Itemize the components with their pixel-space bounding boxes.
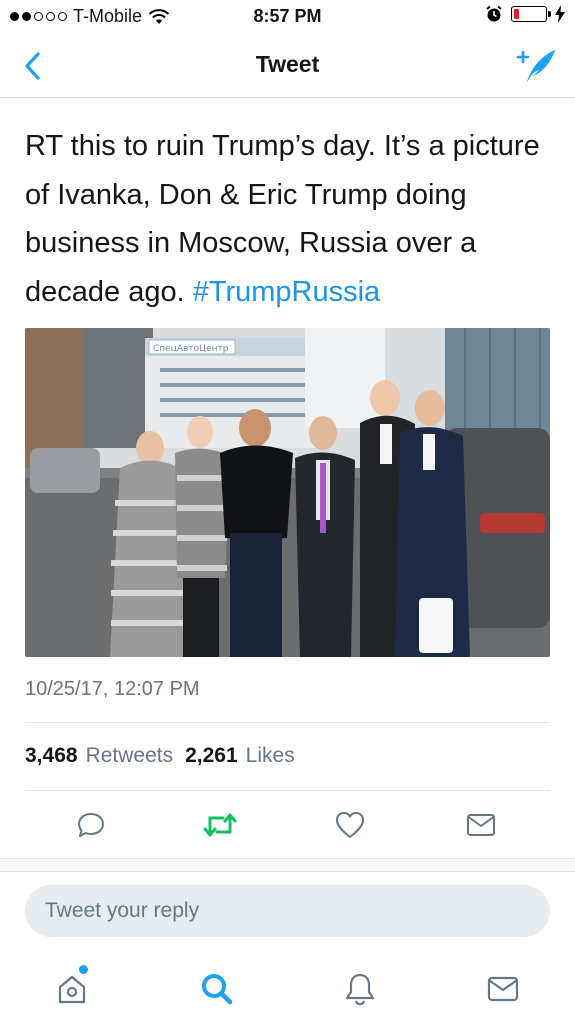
home-notification-dot <box>79 965 88 974</box>
like-button[interactable] <box>330 805 370 845</box>
tweet-photo[interactable]: СпецАвтоЦентр <box>25 328 550 657</box>
tab-notifications[interactable] <box>338 967 382 1011</box>
battery-level <box>514 9 519 19</box>
tab-bar <box>0 955 575 1024</box>
notifications-icon <box>345 973 375 1006</box>
direct-message-button[interactable] <box>461 805 501 845</box>
building-sign-text: СпецАвтоЦентр <box>153 344 229 354</box>
tab-messages[interactable] <box>481 967 525 1011</box>
envelope-icon <box>467 814 495 836</box>
tab-search[interactable] <box>195 967 239 1011</box>
divider <box>25 790 550 791</box>
reply-button[interactable] <box>71 805 111 845</box>
tweet-actions <box>0 805 575 845</box>
compose-tweet-icon <box>516 50 555 82</box>
home-icon <box>58 975 86 1004</box>
reply-input[interactable]: Tweet your reply <box>25 885 550 937</box>
status-bar: T-Mobile 8:57 PM <box>0 0 575 34</box>
divider <box>25 722 550 723</box>
battery-icon <box>511 6 551 22</box>
retweets-count[interactable]: 3,468 <box>25 744 78 768</box>
reply-placeholder: Tweet your reply <box>45 899 200 922</box>
tweet-timestamp: 10/25/17, 12:07 PM <box>25 678 200 700</box>
section-separator <box>0 858 575 872</box>
messages-icon <box>487 976 519 1002</box>
group-photo-illustration: СпецАвтоЦентр <box>25 328 550 657</box>
tweet-text: RT this to ruin Trump’s day. It’s a pict… <box>25 122 555 316</box>
search-icon <box>202 974 233 1005</box>
heart-icon <box>336 812 364 838</box>
likes-count[interactable]: 2,261 <box>185 744 238 768</box>
tweet-stats: 3,468 Retweets 2,261 Likes <box>25 744 299 768</box>
navigation-bar: Tweet <box>0 34 575 98</box>
retweet-icon <box>203 813 237 837</box>
reply-icon <box>78 813 104 837</box>
compose-tweet-button[interactable] <box>515 46 557 86</box>
hashtag-link[interactable]: #TrumpRussia <box>193 276 380 308</box>
page-title: Tweet <box>255 51 320 77</box>
alarm-icon <box>486 5 502 22</box>
tab-home[interactable] <box>50 965 94 1011</box>
status-right <box>485 5 565 23</box>
retweet-button[interactable] <box>200 805 240 845</box>
likes-label[interactable]: Likes <box>246 744 295 768</box>
charging-icon <box>555 5 565 23</box>
retweets-label[interactable]: Retweets <box>86 744 174 768</box>
